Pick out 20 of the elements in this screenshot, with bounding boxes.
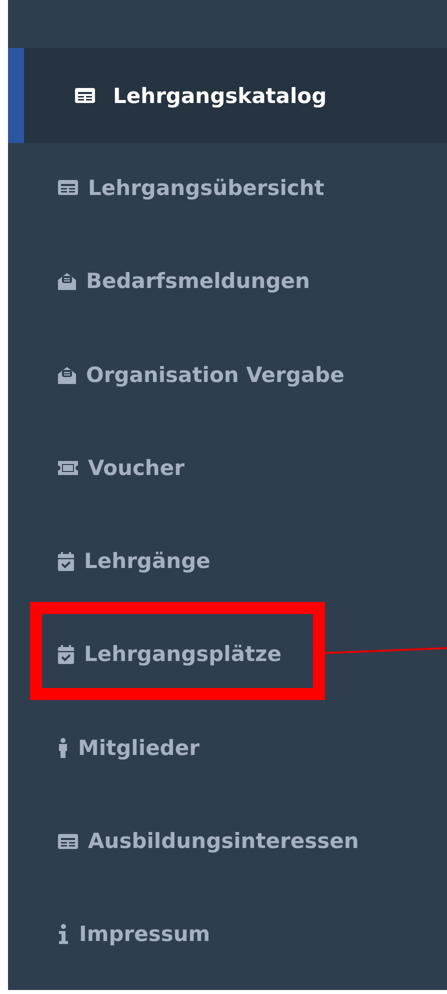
person-icon [58, 738, 68, 758]
menu-item[interactable]: Bedarfsmeldungen [0, 234, 447, 328]
ticket-icon [58, 460, 78, 475]
menu-item[interactable]: Impressum [0, 888, 447, 981]
menu-item[interactable]: Lehrgangskatalog [8, 48, 447, 143]
menu-item[interactable]: Lehrgangsübersicht [0, 141, 447, 235]
table-icon [75, 88, 95, 103]
menu-item[interactable]: Ausbildungsinteressen [0, 794, 447, 888]
calendar-check-icon [58, 644, 74, 664]
menu-item[interactable]: Organisation Vergabe [0, 328, 447, 422]
calendar-check-icon [58, 552, 74, 571]
table-icon [58, 834, 78, 849]
table-icon [58, 180, 78, 196]
envelope-icon [58, 366, 76, 384]
menu-item[interactable]: Lehrgänge [0, 514, 447, 608]
info-icon [58, 924, 69, 944]
menu-item[interactable]: Lehrgangsplätze [0, 608, 447, 702]
envelope-icon [58, 272, 76, 290]
menu-item[interactable]: Voucher [0, 421, 447, 514]
menu-item[interactable]: Mitglieder [0, 701, 447, 794]
